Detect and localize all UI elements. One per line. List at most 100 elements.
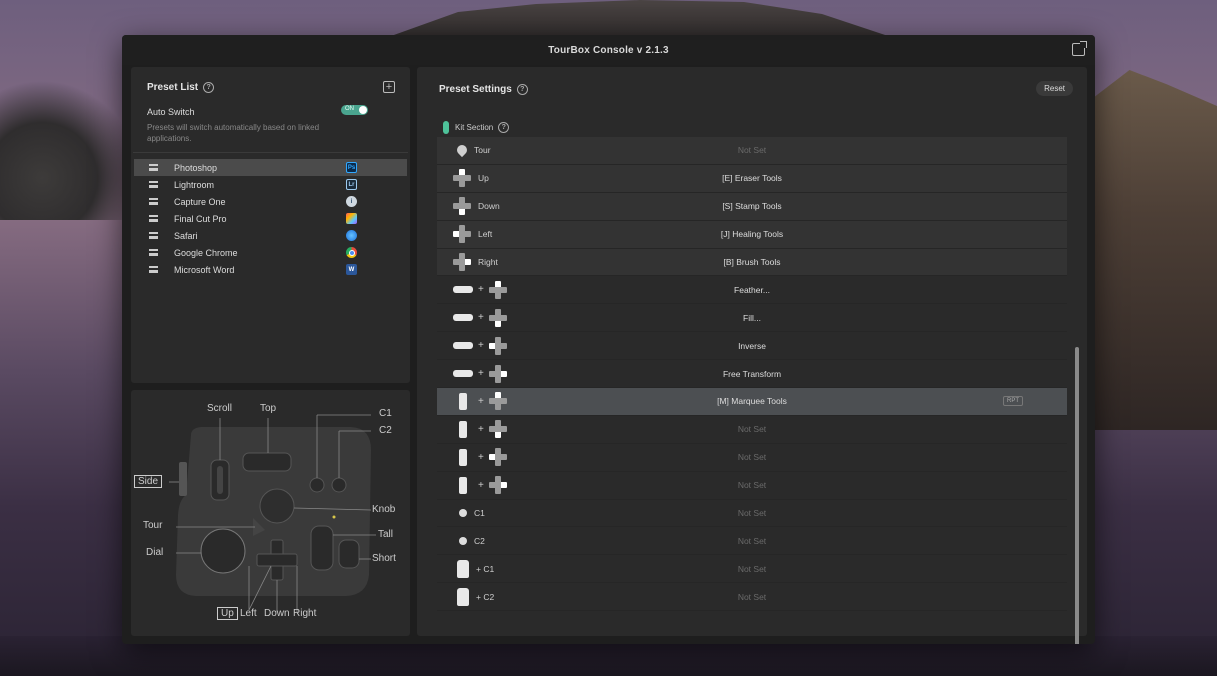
settings-row[interactable]: Right [B] Brush Tools <box>437 248 1067 277</box>
label-c2: C2 <box>379 425 392 436</box>
row-control: C1 <box>453 500 485 527</box>
preset-item[interactable]: Photoshop Ps <box>134 159 407 176</box>
label-left: Left <box>240 608 257 619</box>
settings-row[interactable]: + C1 Not Set <box>437 555 1067 584</box>
preset-item-label: Photoshop <box>174 162 218 173</box>
side-key-icon <box>459 392 467 410</box>
settings-row[interactable]: + Inverse <box>437 332 1067 361</box>
settings-row[interactable]: + Feather... <box>437 276 1067 305</box>
preset-item[interactable]: Google Chrome <box>134 244 407 261</box>
help-icon[interactable]: ? <box>498 122 510 133</box>
dpad-down-icon <box>488 420 507 439</box>
row-action-value: Not Set <box>737 424 767 435</box>
settings-row[interactable]: Up [E] Eraser Tools <box>437 164 1067 193</box>
settings-row[interactable]: + C2 Not Set <box>437 583 1067 612</box>
auto-switch-toggle[interactable]: ON <box>341 105 368 115</box>
toggle-knob <box>359 106 367 114</box>
help-icon[interactable]: ? <box>203 81 215 93</box>
c2-dot-icon <box>459 536 467 545</box>
preset-list-header: Preset List ? + <box>131 67 410 107</box>
row-control-label: Right <box>478 257 498 267</box>
settings-row[interactable]: + Not Set <box>437 444 1067 472</box>
row-control: + C1 <box>453 555 494 582</box>
settings-row[interactable]: C1 Not Set <box>437 500 1067 528</box>
settings-row[interactable]: + [M] Marquee Tools RPT <box>437 388 1067 416</box>
indicator-dot <box>332 515 336 519</box>
row-control-label: C2 <box>474 535 485 546</box>
label-right: Right <box>293 608 317 619</box>
toggle-state: ON <box>345 106 354 112</box>
settings-row[interactable]: Tour Not Set <box>437 137 1067 165</box>
row-control: + <box>453 360 507 387</box>
dial-shape <box>200 528 246 574</box>
chrome-icon <box>346 247 357 258</box>
settings-row[interactable]: + Free Transform <box>437 360 1067 389</box>
dpad-horizontal-shape <box>256 553 298 567</box>
settings-rows: Tour Not Set Up [E] Eraser Tools Down [S] Sta… <box>437 137 1067 612</box>
top-key-shape <box>242 452 292 472</box>
dpad-left-icon <box>453 225 471 244</box>
top-key-icon <box>453 286 473 294</box>
lightroom-icon: Lr <box>346 179 357 190</box>
row-control-label: Left <box>478 229 493 240</box>
popout-icon[interactable] <box>1072 41 1087 56</box>
row-control: + <box>453 388 507 415</box>
help-icon[interactable]: ? <box>516 83 528 95</box>
preset-item-label: Final Cut Pro <box>174 213 227 224</box>
scrollbar-thumb[interactable] <box>1075 347 1079 644</box>
preset-item[interactable]: Microsoft Word W <box>134 261 407 278</box>
row-control: + <box>453 472 507 499</box>
preset-item[interactable]: Safari <box>134 227 407 244</box>
row-action-value: [M] Marquee Tools <box>717 396 787 407</box>
label-tour: Tour <box>143 520 163 531</box>
row-action-value: Not Set <box>737 452 767 463</box>
tourbox-device-diagram <box>169 414 376 612</box>
device-diagram-panel: Scroll Top C1 C2 Side Knob Tour Tall Dia… <box>131 390 410 636</box>
side-key-shape <box>179 462 187 496</box>
label-down: Down <box>264 608 290 619</box>
plus-sign: + <box>478 284 484 296</box>
top-key-icon <box>453 314 473 322</box>
row-action-value: Feather... <box>734 284 770 295</box>
preset-item[interactable]: Lightroom Lr <box>134 176 407 193</box>
settings-row[interactable]: + Not Set <box>437 472 1067 500</box>
side-key-icon <box>459 448 467 466</box>
preset-item-label: Lightroom <box>174 179 215 190</box>
row-control-label: Tour <box>474 145 491 156</box>
drag-handle-icon[interactable] <box>149 181 158 188</box>
settings-row[interactable]: Down [S] Stamp Tools <box>437 192 1067 221</box>
preset-settings-panel: Preset Settings ? Reset Kit Section ? To… <box>417 67 1087 644</box>
drag-handle-icon[interactable] <box>149 215 158 222</box>
row-control: Up <box>453 165 489 192</box>
console-window: TourBox Console v 2.1.3 Preset List ? + … <box>122 35 1095 644</box>
settings-row[interactable]: Left [J] Healing Tools <box>437 220 1067 249</box>
drag-handle-icon[interactable] <box>149 266 158 273</box>
preset-item[interactable]: Capture One i <box>134 193 407 210</box>
dpad-right-icon <box>488 364 507 383</box>
tall-key-icon <box>457 559 469 578</box>
settings-row[interactable]: + Fill... <box>437 304 1067 333</box>
drag-handle-icon[interactable] <box>149 249 158 256</box>
drag-handle-icon[interactable] <box>149 164 158 171</box>
drag-handle-icon[interactable] <box>149 198 158 205</box>
dpad-up-icon <box>488 280 507 299</box>
top-key-icon <box>453 342 473 350</box>
plus-sign: + <box>478 423 484 435</box>
row-action-value: Not Set <box>737 480 767 491</box>
drag-handle-icon[interactable] <box>149 232 158 239</box>
label-short: Short <box>372 553 396 564</box>
dpad-up-icon <box>453 169 471 188</box>
c1-dot-icon <box>459 509 467 518</box>
plus-sign: + <box>478 368 484 380</box>
settings-row[interactable]: + Not Set <box>437 416 1067 444</box>
auto-switch-description: Presets will switch automatically based … <box>147 123 320 143</box>
preset-item[interactable]: Final Cut Pro <box>134 210 407 227</box>
add-preset-icon[interactable]: + <box>383 81 395 93</box>
label-dial: Dial <box>146 547 164 558</box>
dpad-right-icon <box>488 476 507 495</box>
reset-button[interactable]: Reset <box>1036 81 1073 96</box>
divider <box>133 152 408 153</box>
preset-item-label: Capture One <box>174 196 226 207</box>
label-scroll: Scroll <box>207 403 233 414</box>
settings-row[interactable]: C2 Not Set <box>437 527 1067 556</box>
